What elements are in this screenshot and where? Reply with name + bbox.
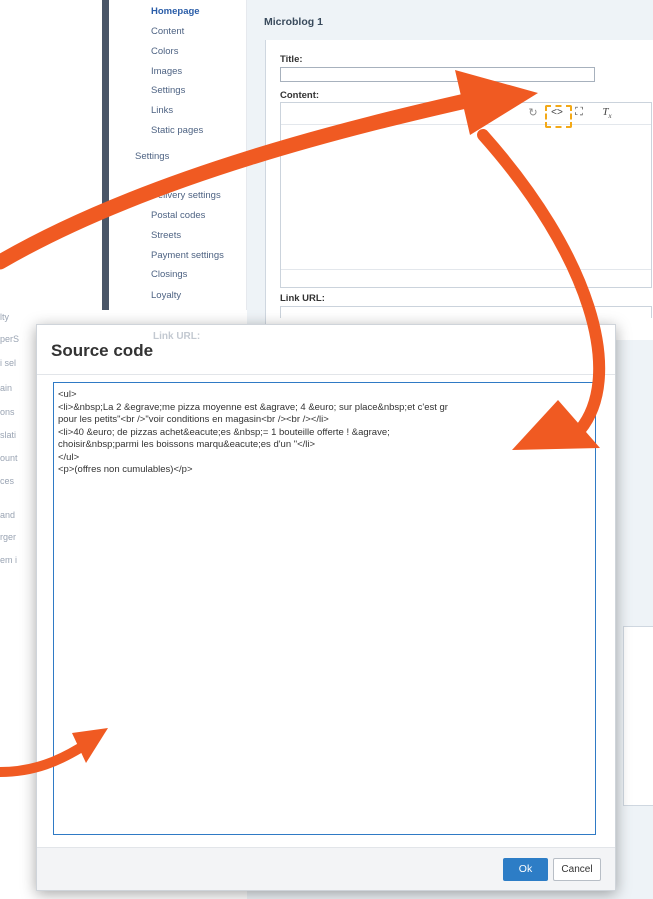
rich-text-editor[interactable]: ↻ <> ⛶ Tx <box>280 102 652 288</box>
clear-formatting-icon[interactable]: Tx <box>599 106 615 120</box>
code-line: </ul> <box>58 451 80 463</box>
dialog-footer: Ok Cancel <box>37 847 615 890</box>
panel-title: Microblog 1 <box>264 16 323 28</box>
editor-toolbar: ↻ <> ⛶ Tx <box>281 103 651 125</box>
code-line: choisir&nbsp;parmi les boissons marqu&ea… <box>58 439 316 450</box>
background-fragments: lty perS i sel ain ons slati ount ces an… <box>0 310 40 590</box>
redo-icon[interactable]: ↻ <box>525 106 541 119</box>
sidebar-item-streets[interactable]: Streets <box>151 230 181 241</box>
fragment: i sel <box>0 358 17 368</box>
sidebar-item-closings[interactable]: Closings <box>151 269 187 280</box>
fragment: slati <box>0 430 17 440</box>
fragment: em i <box>0 555 18 565</box>
code-line: <li>&nbsp;La 2 &egrave;me pizza moyenne … <box>58 401 448 413</box>
sidebar-item-images[interactable]: Images <box>151 66 182 77</box>
sidebar-item-colors[interactable]: Colors <box>151 46 178 57</box>
fullscreen-icon[interactable]: ⛶ <box>571 106 587 119</box>
code-line: <p>(offres non cumulables)</p> <box>58 464 193 475</box>
fragment: perS <box>0 334 20 344</box>
title-input[interactable] <box>280 67 595 82</box>
link-url-label: Link URL: <box>280 293 325 304</box>
sidebar-item-delivery-settings[interactable]: Delivery settings <box>151 190 221 201</box>
source-code-textarea[interactable]: <ul> <li>&nbsp;La 2 &egrave;me pizza moy… <box>53 382 596 835</box>
content-label: Content: <box>280 90 320 101</box>
title-label: Title: <box>280 54 303 65</box>
link-url-input[interactable] <box>280 306 652 318</box>
sidebar-item-static-pages[interactable]: Static pages <box>151 125 203 136</box>
fragment: ons <box>0 407 15 417</box>
lower-panel-edge <box>623 626 653 806</box>
microblog-panel: Title: Content: ↻ <> ⛶ Tx Link URL: <box>265 40 653 340</box>
sidebar: Homepage Content Colors Images Settings … <box>109 0 247 310</box>
fragment: lty <box>0 312 9 322</box>
code-line: <li>40 &euro; de pizzas achet&eacute;es … <box>58 426 390 438</box>
dialog-header: Link URL: Source code × <box>37 325 615 375</box>
dialog-title: Source code <box>51 341 154 360</box>
sidebar-item-content[interactable]: Content <box>151 26 184 37</box>
cancel-button[interactable]: Cancel <box>553 858 601 881</box>
fragment: and <box>0 510 16 520</box>
code-line: <ul> <box>58 389 77 400</box>
fragment: ces <box>0 476 15 486</box>
fragment: rger <box>0 532 17 542</box>
sidebar-item-payment-settings[interactable]: Payment settings <box>151 250 224 261</box>
sidebar-edge <box>102 0 109 310</box>
source-code-highlight <box>545 105 572 128</box>
fragment: ount <box>0 453 18 463</box>
fragment: ain <box>0 383 13 393</box>
ok-button[interactable]: Ok <box>503 858 548 881</box>
sidebar-item-links[interactable]: Links <box>151 105 173 116</box>
source-code-dialog: Link URL: Source code × <ul> <li>&nbsp;L… <box>36 324 616 891</box>
close-icon[interactable]: × <box>595 343 603 359</box>
ghost-link-url-label: Link URL: <box>153 331 201 342</box>
sidebar-item-postal-codes[interactable]: Postal codes <box>151 210 205 221</box>
code-line: pour les petits"<br />"voir conditions e… <box>58 414 329 425</box>
sidebar-item-loyalty[interactable]: Loyalty <box>151 290 181 301</box>
sidebar-group-settings[interactable]: Settings <box>135 151 169 162</box>
sidebar-item-settings[interactable]: Settings <box>151 85 185 96</box>
sidebar-item-homepage[interactable]: Homepage <box>151 6 200 17</box>
editor-statusbar <box>281 269 651 287</box>
